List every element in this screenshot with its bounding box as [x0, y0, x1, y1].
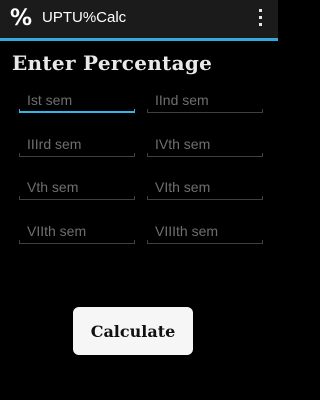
sem7-field[interactable] — [19, 219, 135, 247]
sem1-field[interactable] — [19, 88, 135, 116]
sem5-input[interactable] — [19, 175, 135, 199]
sem8-input[interactable] — [147, 219, 263, 243]
action-bar: % UPTU%Calc — [0, 0, 278, 38]
action-bar-divider — [0, 38, 278, 41]
overflow-menu-icon[interactable] — [258, 9, 264, 29]
sem2-field[interactable] — [147, 88, 263, 116]
app-title: UPTU%Calc — [42, 9, 127, 26]
sem6-input[interactable] — [147, 175, 263, 199]
sem4-field[interactable] — [147, 132, 263, 160]
calculate-button[interactable]: Calculate — [73, 307, 193, 355]
sem1-input[interactable] — [19, 88, 135, 112]
sem3-field[interactable] — [19, 132, 135, 160]
sem3-input[interactable] — [19, 132, 135, 156]
percent-icon: % — [9, 6, 33, 31]
sem7-input[interactable] — [19, 219, 135, 243]
sem6-field[interactable] — [147, 175, 263, 203]
page-title: Enter Percentage — [12, 51, 213, 75]
sem2-input[interactable] — [147, 88, 263, 112]
sem4-input[interactable] — [147, 132, 263, 156]
sem5-field[interactable] — [19, 175, 135, 203]
sem8-field[interactable] — [147, 219, 263, 247]
